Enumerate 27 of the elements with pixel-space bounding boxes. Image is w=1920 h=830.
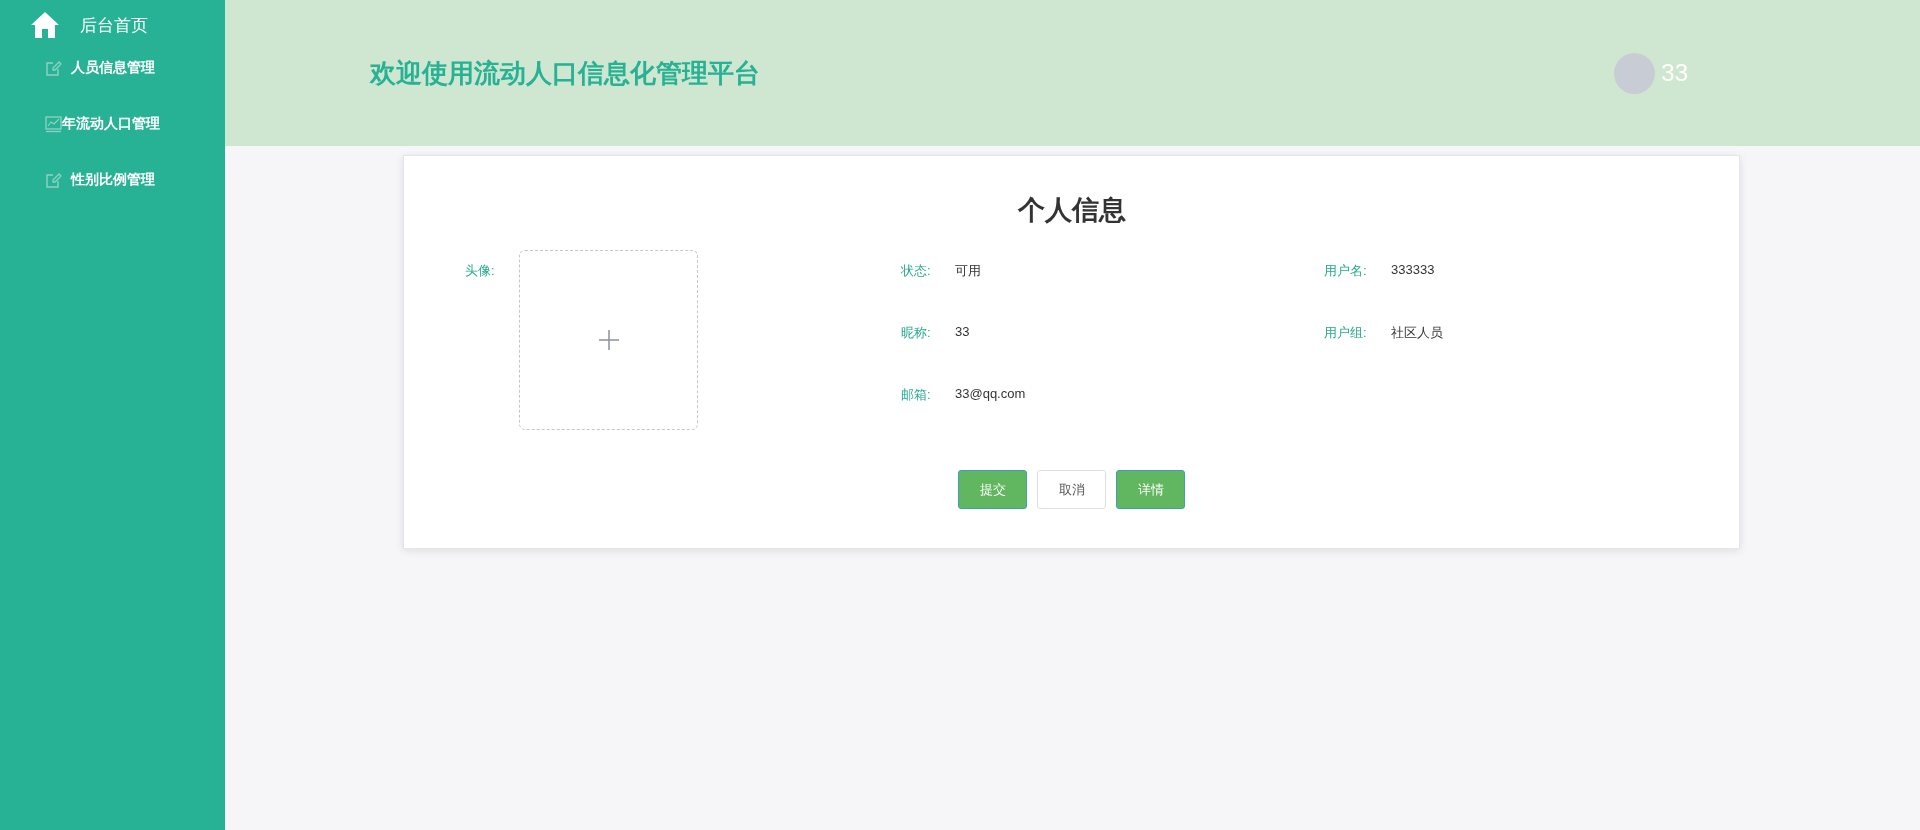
home-icon [30,11,60,39]
field-label: 用户组: [1324,324,1368,342]
avatar-upload[interactable] [519,250,698,430]
form-button[interactable]: 取消 [1037,470,1106,509]
edit-icon [45,171,62,189]
field-value: 33 [955,324,970,341]
field-value: 可用 [955,262,981,280]
field-value: 33@qq.com [955,386,1026,403]
field-label: 头像: [465,262,496,280]
form-button[interactable]: 详情 [1116,470,1185,509]
edit-icon [45,59,62,77]
user-avatar[interactable] [1614,52,1656,94]
form-button[interactable]: 提交 [958,470,1027,509]
field-value: 社区人员 [1391,324,1443,342]
platform-title: 欢迎使用流动人口信息化管理平台 [370,56,760,90]
field-label: 状态: [901,262,932,280]
sidebar-item[interactable]: 年流动人口管理 [62,115,160,133]
card-title: 个人信息 [1016,194,1127,227]
field-label: 用户名: [1324,262,1368,280]
field-value: 333333 [1391,262,1435,279]
field-label: 邮箱: [901,386,932,404]
sidebar-item[interactable]: 人员信息管理 [71,59,155,77]
home-link[interactable]: 后台首页 [80,13,148,37]
field-label: 昵称: [901,324,932,342]
plus-icon [598,330,619,350]
sidebar-item[interactable]: 性别比例管理 [71,171,155,189]
chart-icon [45,115,62,133]
